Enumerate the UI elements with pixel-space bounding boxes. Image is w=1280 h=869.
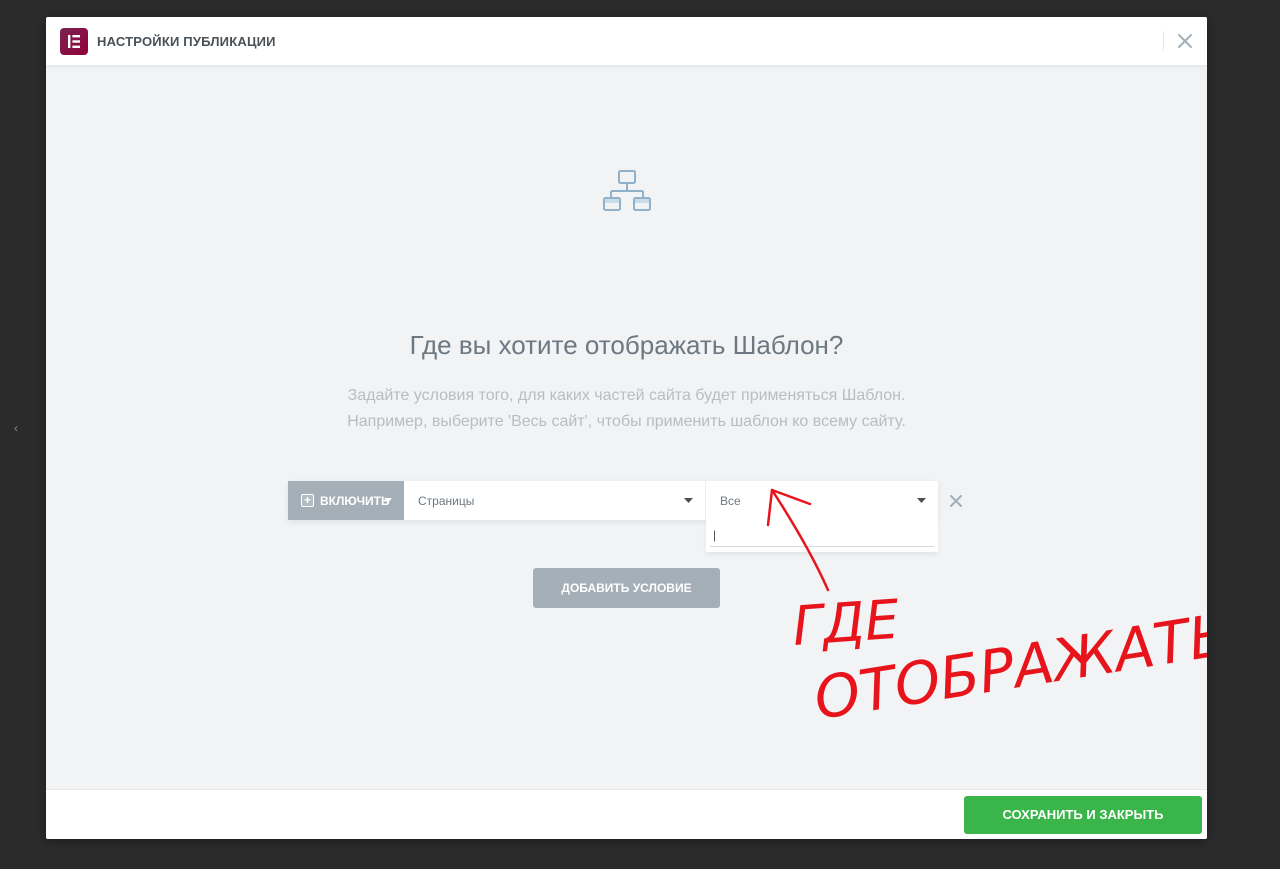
description-line: Задайте условия того, для каких частей с… bbox=[347, 387, 906, 404]
background-collapse-handle[interactable]: ‹ bbox=[8, 408, 24, 448]
add-condition-button[interactable]: ДОБАВИТЬ УСЛОВИЕ bbox=[533, 568, 720, 608]
caret-down-icon bbox=[684, 498, 693, 503]
page-heading: Где вы хотите отображать Шаблон? bbox=[409, 330, 844, 360]
caret-down-icon bbox=[384, 498, 392, 503]
plus-square-icon: + bbox=[301, 494, 314, 507]
dropdown-search-input[interactable] bbox=[710, 524, 934, 547]
include-label: ВКЛЮЧИТЬ bbox=[320, 494, 390, 508]
publish-settings-modal: НАСТРОЙКИ ПУБЛИКАЦИИ Где вы хотите отобр… bbox=[46, 17, 1207, 839]
modal-header: НАСТРОЙКИ ПУБЛИКАЦИИ bbox=[46, 17, 1207, 66]
include-dropdown-button[interactable]: + ВКЛЮЧИТЬ bbox=[288, 481, 404, 520]
page-description: Задайте условия того, для каких частей с… bbox=[276, 383, 977, 435]
condition-type-select[interactable]: Страницы bbox=[404, 481, 706, 520]
remove-condition-button[interactable] bbox=[947, 492, 965, 510]
sitemap-icon bbox=[603, 170, 651, 221]
subtype-dropdown-panel bbox=[706, 520, 938, 552]
modal-content: Где вы хотите отображать Шаблон? Задайте… bbox=[46, 67, 1207, 789]
close-icon bbox=[1178, 34, 1192, 48]
header-divider bbox=[1163, 31, 1164, 51]
elementor-logo-icon bbox=[60, 28, 88, 55]
description-line: Например, выберите 'Весь сайт', чтобы пр… bbox=[347, 413, 906, 430]
condition-subtype-value: Все bbox=[720, 494, 741, 508]
close-icon bbox=[950, 495, 962, 507]
condition-type-value: Страницы bbox=[418, 494, 475, 508]
annotation-text: ГДЕ ОТОБРАЖАТЬ bbox=[791, 588, 1207, 733]
condition-row: + ВКЛЮЧИТЬ Страницы Все bbox=[288, 481, 938, 520]
close-modal-button[interactable] bbox=[1175, 31, 1195, 51]
modal-footer: СОХРАНИТЬ И ЗАКРЫТЬ bbox=[46, 789, 1207, 839]
annotation-line-1: ГДЕ bbox=[791, 588, 902, 658]
caret-down-icon bbox=[917, 498, 926, 503]
annotation-line-2: ОТОБРАЖАТЬ bbox=[810, 600, 1207, 733]
save-and-close-button[interactable]: СОХРАНИТЬ И ЗАКРЫТЬ bbox=[964, 796, 1202, 834]
condition-subtype-select[interactable]: Все bbox=[706, 481, 938, 520]
modal-title: НАСТРОЙКИ ПУБЛИКАЦИИ bbox=[97, 34, 276, 49]
